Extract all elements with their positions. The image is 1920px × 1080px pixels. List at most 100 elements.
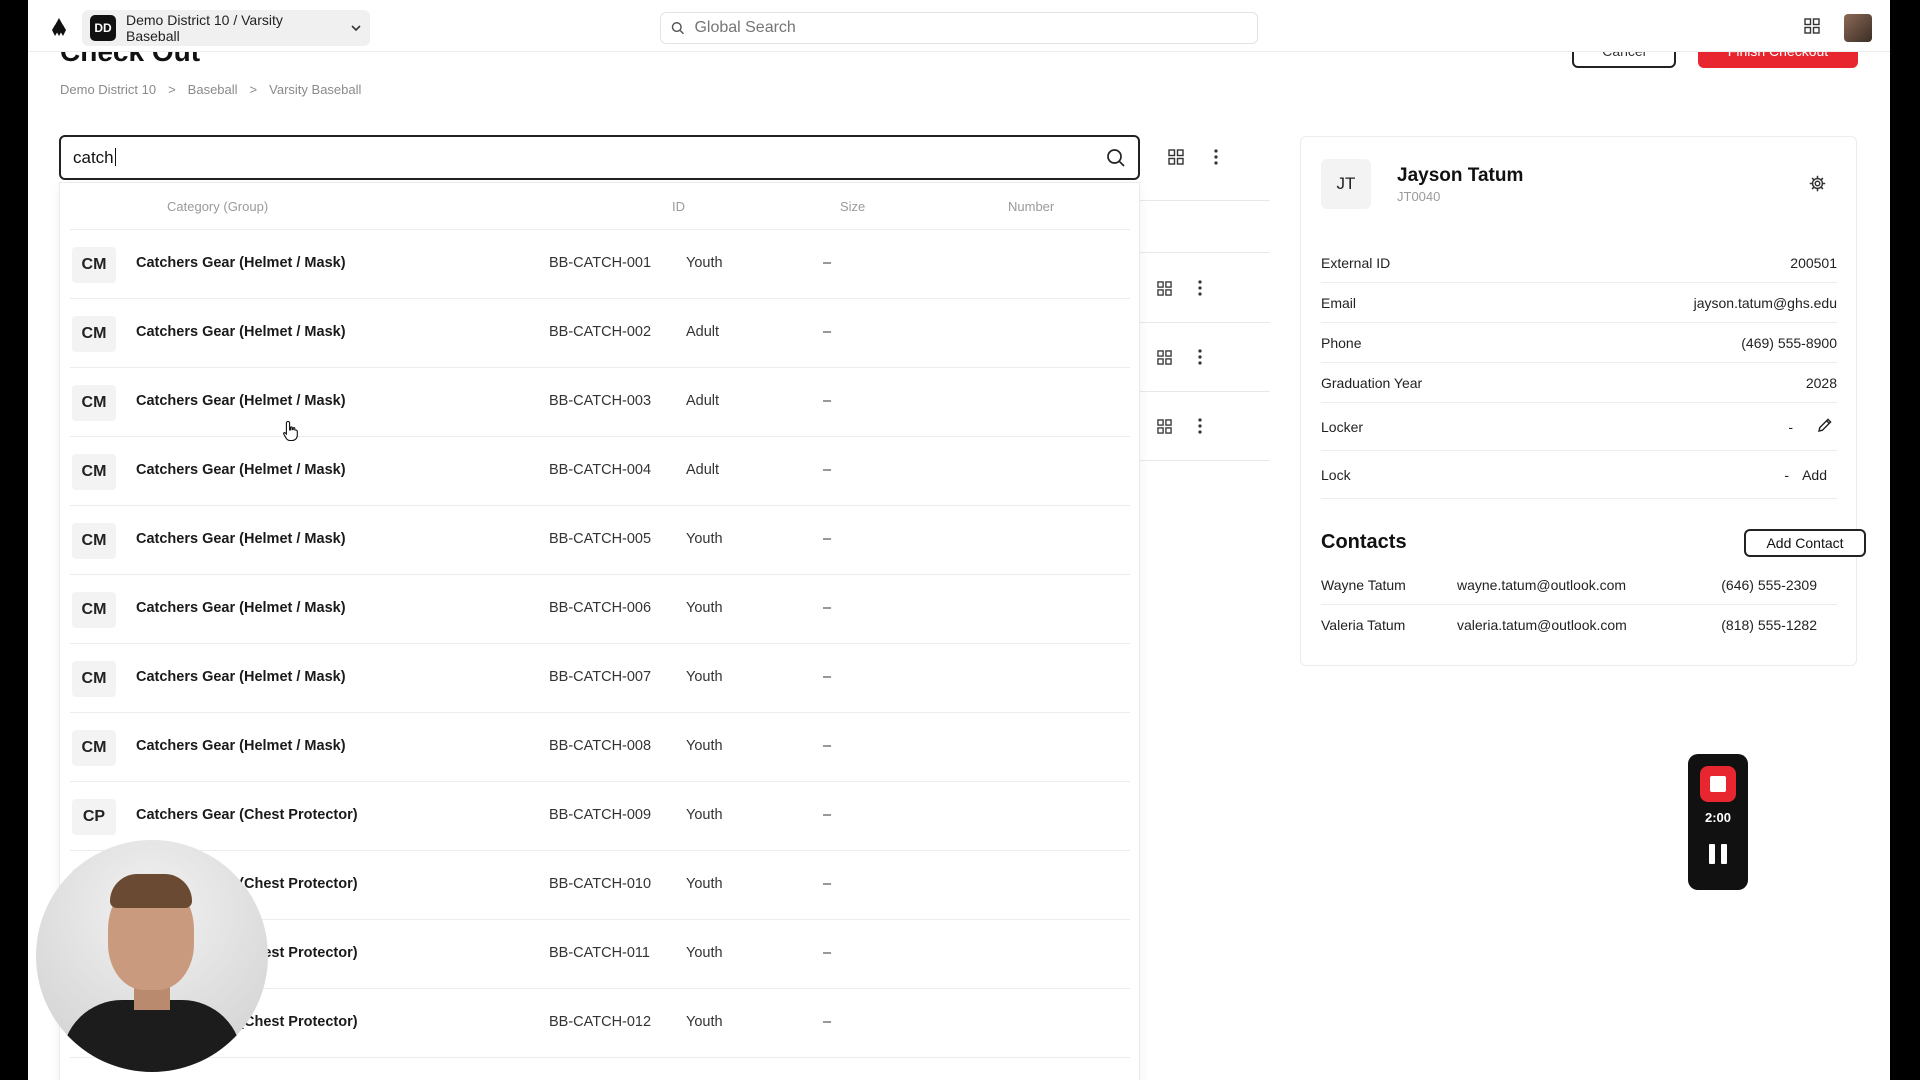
divider <box>1140 322 1270 323</box>
row-qr-button[interactable] <box>1152 276 1176 300</box>
person-initials-avatar: JT <box>1321 159 1371 209</box>
item-size: Youth <box>686 255 723 271</box>
field-value: - <box>1788 419 1793 435</box>
stop-recording-button[interactable] <box>1700 766 1736 802</box>
result-row[interactable]: CM Catchers Gear (Helmet / Mask) BB-CATC… <box>70 436 1130 505</box>
contact-name: Valeria Tatum <box>1321 617 1406 633</box>
search-icon <box>671 22 684 35</box>
row-more-button[interactable] <box>1188 345 1212 369</box>
contact-email: valeria.tatum@outlook.com <box>1457 617 1627 633</box>
search-icon[interactable] <box>1106 148 1126 168</box>
row-more-button[interactable] <box>1188 414 1212 438</box>
item-search-input[interactable]: catch <box>73 148 1106 168</box>
edit-pencil-icon[interactable] <box>1817 417 1833 433</box>
breadcrumb-team[interactable]: Varsity Baseball <box>269 82 361 97</box>
item-id: BB-CATCH-005 <box>549 531 652 547</box>
app-logo-icon[interactable] <box>48 16 70 38</box>
item-id: BB-CATCH-012 <box>549 1014 652 1030</box>
kebab-menu-icon <box>1198 418 1202 434</box>
result-row[interactable]: CM Catchers Gear (Helmet / Mask) BB-CATC… <box>70 643 1130 712</box>
result-row[interactable]: CP Catchers Gear (Chest Protector) BB-CA… <box>70 781 1130 850</box>
more-options-button[interactable] <box>1204 145 1228 169</box>
result-row[interactable]: CM Catchers Gear (Helmet / Mask) BB-CATC… <box>70 367 1130 436</box>
divider <box>1140 391 1270 392</box>
result-row[interactable]: CM Catchers Gear (Helmet / Mask) BB-CATC… <box>70 505 1130 574</box>
category-badge: CM <box>72 592 116 628</box>
field-external-id: External ID 200501 <box>1321 243 1837 283</box>
org-label: Demo District 10 / Varsity Baseball <box>126 12 283 44</box>
breadcrumb-separator: > <box>168 82 176 97</box>
result-row[interactable]: CM Catchers Gear (Helmet / Mask) BB-CATC… <box>70 712 1130 781</box>
item-number: – <box>823 945 832 961</box>
qr-scan-icon <box>1156 280 1172 296</box>
add-contact-button[interactable]: Add Contact <box>1744 529 1866 557</box>
qr-scan-icon <box>1156 418 1172 434</box>
item-name: Catchers Gear (Helmet / Mask) <box>136 738 346 754</box>
field-email: Email jayson.tatum@ghs.edu <box>1321 283 1837 323</box>
item-size: Adult <box>686 324 720 340</box>
add-lock-link[interactable]: Add <box>1802 467 1827 483</box>
scan-qr-button[interactable] <box>1164 145 1188 169</box>
item-size: Youth <box>686 669 723 685</box>
row-qr-button[interactable] <box>1152 414 1176 438</box>
item-size: Youth <box>686 876 723 892</box>
result-row[interactable]: CM Catchers Gear (Helmet / Mask) BB-CATC… <box>70 298 1130 367</box>
qr-scan-icon <box>1168 149 1184 165</box>
item-number: – <box>823 324 832 340</box>
gear-icon[interactable] <box>1809 175 1826 192</box>
kebab-menu-icon <box>1214 149 1218 165</box>
breadcrumb-separator: > <box>249 82 258 97</box>
breadcrumb-sport[interactable]: Baseball <box>188 82 238 97</box>
field-locker: Locker - <box>1321 403 1837 451</box>
result-row[interactable]: CM Catchers Gear (Helmet / Mask) BB-CATC… <box>70 574 1130 643</box>
item-search-field[interactable]: catch <box>59 135 1140 180</box>
field-label: External ID <box>1321 255 1391 271</box>
row-qr-button[interactable] <box>1152 345 1176 369</box>
app-window: DD Demo District 10 / Varsity Baseball C… <box>28 0 1890 1080</box>
contact-row[interactable]: Valeria Tatum valeria.tatum@outlook.com … <box>1321 605 1837 645</box>
global-search[interactable] <box>660 12 1258 44</box>
item-id: BB-CATCH-010 <box>549 876 652 892</box>
item-name: Catchers Gear (Helmet / Mask) <box>136 324 346 340</box>
item-size: Adult <box>686 462 720 478</box>
contacts-heading: Contacts <box>1321 531 1407 553</box>
pause-icon[interactable] <box>1709 844 1727 864</box>
category-badge: CM <box>72 730 116 766</box>
item-size: Youth <box>686 600 723 616</box>
breadcrumb-district[interactable]: Demo District 10 <box>60 82 156 97</box>
result-row[interactable]: CM Catchers Gear (Helmet / Mask) BB-CATC… <box>70 229 1130 298</box>
item-number: – <box>823 600 832 616</box>
contact-phone: (818) 555-1282 <box>1721 617 1817 633</box>
global-search-input[interactable] <box>694 19 1247 37</box>
kebab-menu-icon <box>1198 349 1202 365</box>
item-name: Catchers Gear (Helmet / Mask) <box>136 531 346 547</box>
row-more-button[interactable] <box>1188 276 1212 300</box>
divider <box>1140 460 1270 461</box>
contact-row[interactable]: Wayne Tatum wayne.tatum@outlook.com (646… <box>1321 565 1837 605</box>
breadcrumb: Demo District 10 > Baseball > Varsity Ba… <box>60 82 361 97</box>
chevron-down-icon <box>351 25 361 32</box>
item-size: Youth <box>686 531 723 547</box>
item-size: Youth <box>686 945 723 961</box>
category-badge: CM <box>72 316 116 352</box>
field-phone: Phone (469) 555-8900 <box>1321 323 1837 363</box>
user-avatar[interactable] <box>1844 14 1872 42</box>
webcam-overlay <box>36 840 268 1072</box>
item-id: BB-CATCH-006 <box>549 600 652 616</box>
category-badge: CM <box>72 385 116 421</box>
item-name: Catchers Gear (Helmet / Mask) <box>136 255 346 271</box>
category-badge: CM <box>72 523 116 559</box>
qr-scan-icon <box>1156 349 1172 365</box>
item-number: – <box>823 876 832 892</box>
contact-phone: (646) 555-2309 <box>1721 577 1817 593</box>
item-name: Catchers Gear (Helmet / Mask) <box>136 600 346 616</box>
apps-grid-icon[interactable] <box>1804 18 1820 34</box>
item-name: Catchers Gear (Chest Protector) <box>136 807 358 823</box>
item-name: Catchers Gear (Helmet / Mask) <box>136 393 346 409</box>
field-value: 200501 <box>1790 255 1837 271</box>
org-switcher[interactable]: DD Demo District 10 / Varsity Baseball <box>82 10 370 46</box>
field-label: Phone <box>1321 335 1362 351</box>
top-bar: DD Demo District 10 / Varsity Baseball <box>28 0 1890 52</box>
kebab-menu-icon <box>1198 280 1202 296</box>
column-header-category: Category (Group) <box>167 199 269 214</box>
